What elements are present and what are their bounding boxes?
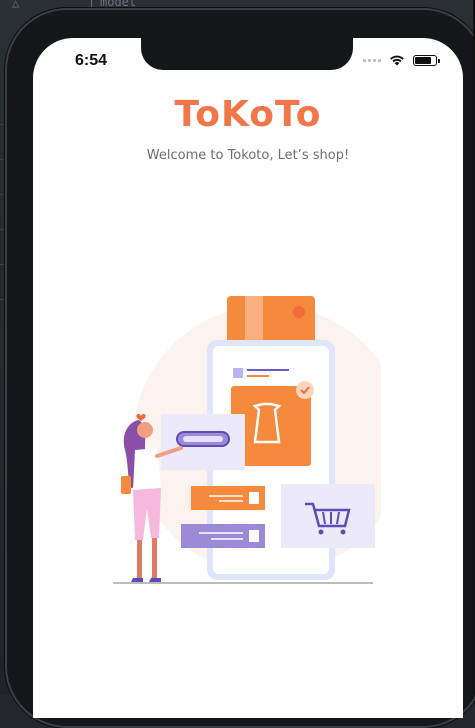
phone-screen: 6:54 ToKoTo Welcome to Tokoto, Let’s sho… xyxy=(33,38,463,718)
shopping-illustration-icon xyxy=(113,296,381,584)
triangle-icon: △ xyxy=(12,0,20,10)
status-time: 6:54 xyxy=(75,52,108,69)
status-icons xyxy=(363,52,440,68)
credit-card xyxy=(227,296,315,344)
wifi-icon xyxy=(390,55,404,66)
cellular-signal-icon xyxy=(363,58,381,62)
battery-icon xyxy=(413,54,440,66)
phone-frame: 6:54 ToKoTo Welcome to Tokoto, Let’s sho… xyxy=(5,8,475,728)
battery-level xyxy=(415,56,431,64)
cart-panel xyxy=(281,484,375,548)
welcome-subtitle: Welcome to Tokoto, Let’s shop! xyxy=(146,148,350,163)
app-title: ToKoTo xyxy=(174,94,322,135)
notch xyxy=(141,38,353,70)
